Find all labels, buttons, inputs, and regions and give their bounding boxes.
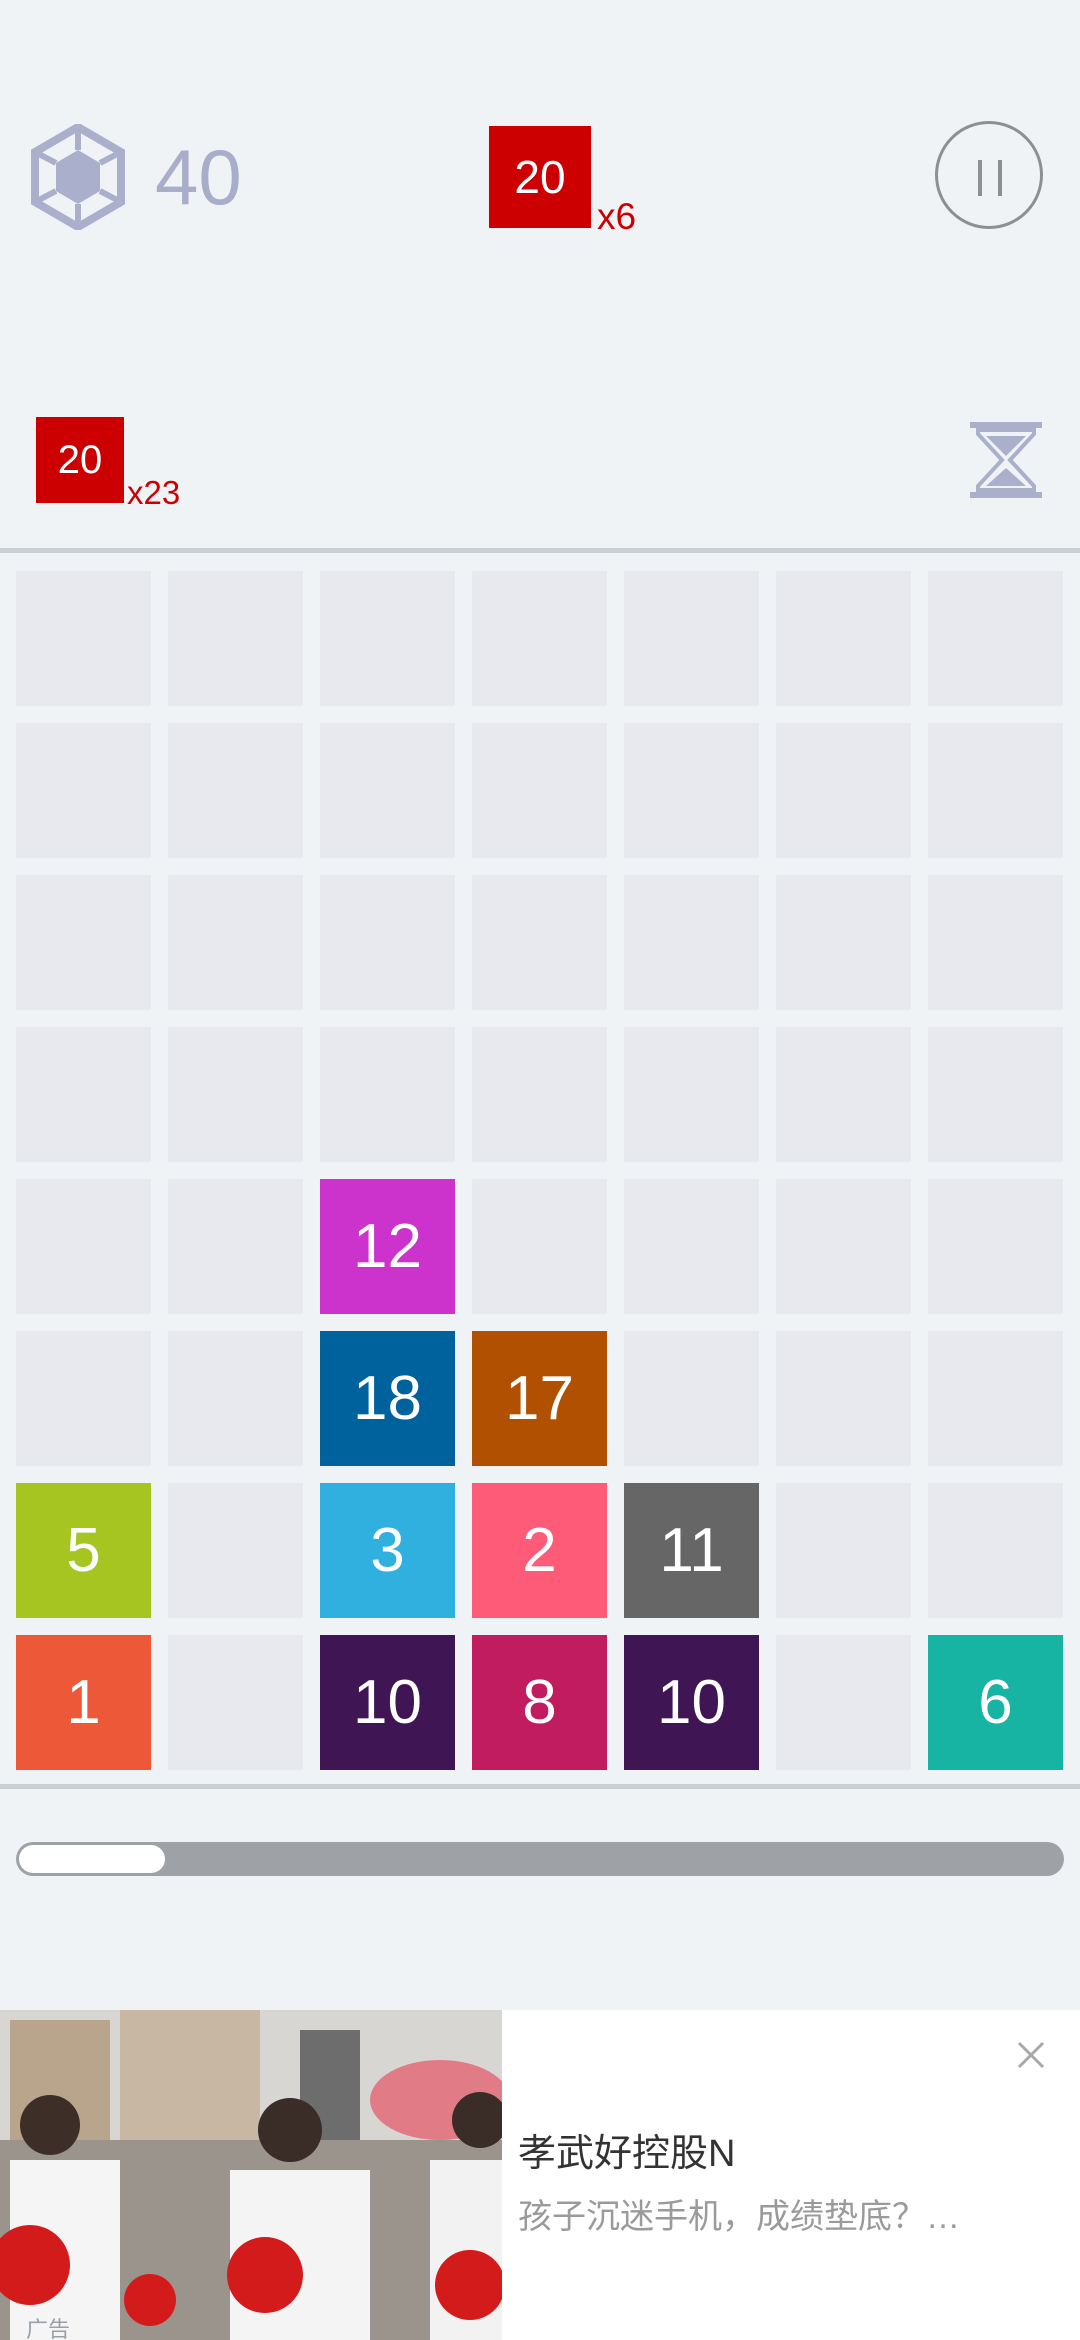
next-tile: 20 — [489, 126, 591, 228]
pause-icon — [998, 160, 1002, 196]
empty-board-cell[interactable] — [16, 875, 151, 1010]
empty-board-cell[interactable] — [928, 1331, 1063, 1466]
board-tile[interactable]: 5 — [16, 1483, 151, 1618]
reserve-tile-multiplier: x23 — [127, 474, 181, 511]
empty-board-cell[interactable] — [168, 1331, 303, 1466]
empty-board-cell[interactable] — [320, 571, 455, 706]
gem-count: 40 — [155, 133, 242, 221]
empty-board-cell[interactable] — [472, 571, 607, 706]
board-tile[interactable]: 10 — [624, 1635, 759, 1770]
next-tile-multiplier: x6 — [597, 196, 637, 237]
board-tile[interactable]: 1 — [16, 1635, 151, 1770]
ad-image[interactable]: 广告 — [0, 2010, 502, 2340]
game-board[interactable]: 12 18 17 5 3 2 11 1 10 8 10 6 — [0, 553, 1080, 1784]
empty-board-cell[interactable] — [472, 1027, 607, 1162]
empty-board-cell[interactable] — [624, 1027, 759, 1162]
close-icon[interactable] — [1016, 2040, 1046, 2070]
empty-board-cell[interactable] — [624, 1179, 759, 1314]
empty-board-cell[interactable] — [168, 571, 303, 706]
board-tile[interactable]: 6 — [928, 1635, 1063, 1770]
empty-board-cell[interactable] — [624, 875, 759, 1010]
board-tile[interactable]: 12 — [320, 1179, 455, 1314]
empty-board-cell[interactable] — [624, 1331, 759, 1466]
empty-board-cell[interactable] — [16, 723, 151, 858]
board-tile[interactable]: 2 — [472, 1483, 607, 1618]
empty-board-cell[interactable] — [776, 1179, 911, 1314]
ad-label: 广告 — [26, 2317, 71, 2340]
board-tile[interactable]: 18 — [320, 1331, 455, 1466]
ad-title[interactable]: 孝武好控股N — [518, 2122, 735, 2177]
empty-board-cell[interactable] — [928, 1483, 1063, 1618]
empty-board-cell[interactable] — [928, 1027, 1063, 1162]
empty-board-cell[interactable] — [320, 1027, 455, 1162]
empty-board-cell[interactable] — [168, 1027, 303, 1162]
empty-board-cell[interactable] — [472, 723, 607, 858]
empty-board-cell[interactable] — [168, 1635, 303, 1770]
empty-board-cell[interactable] — [16, 571, 151, 706]
empty-board-cell[interactable] — [776, 723, 911, 858]
empty-board-cell[interactable] — [168, 723, 303, 858]
hexagon-gem-icon — [30, 122, 126, 232]
hourglass-icon[interactable] — [968, 420, 1044, 500]
empty-board-cell[interactable] — [472, 1179, 607, 1314]
empty-board-cell[interactable] — [776, 1027, 911, 1162]
level-progress-bar — [16, 1842, 1064, 1876]
board-tile[interactable]: 3 — [320, 1483, 455, 1618]
empty-board-cell[interactable] — [776, 1483, 911, 1618]
empty-board-cell[interactable] — [776, 571, 911, 706]
empty-board-cell[interactable] — [624, 571, 759, 706]
empty-board-cell[interactable] — [168, 1179, 303, 1314]
empty-board-cell[interactable] — [928, 571, 1063, 706]
empty-board-cell[interactable] — [320, 723, 455, 858]
empty-board-cell[interactable] — [168, 1483, 303, 1618]
empty-board-cell[interactable] — [16, 1331, 151, 1466]
empty-board-cell[interactable] — [776, 875, 911, 1010]
empty-board-cell[interactable] — [16, 1027, 151, 1162]
empty-board-cell[interactable] — [472, 875, 607, 1010]
empty-board-cell[interactable] — [776, 1635, 911, 1770]
board-tile[interactable]: 17 — [472, 1331, 607, 1466]
level-progress-fill — [19, 1845, 165, 1873]
board-tile[interactable]: 8 — [472, 1635, 607, 1770]
empty-board-cell[interactable] — [16, 1179, 151, 1314]
board-bottom-divider — [0, 1784, 1080, 1789]
board-tile[interactable]: 10 — [320, 1635, 455, 1770]
reserve-tile[interactable]: 20 — [36, 417, 124, 503]
empty-board-cell[interactable] — [928, 1179, 1063, 1314]
empty-board-cell[interactable] — [928, 723, 1063, 858]
empty-board-cell[interactable] — [320, 875, 455, 1010]
pause-button[interactable] — [935, 121, 1043, 229]
board-tile[interactable]: 11 — [624, 1483, 759, 1618]
pause-icon — [978, 160, 982, 196]
empty-board-cell[interactable] — [928, 875, 1063, 1010]
empty-board-cell[interactable] — [168, 875, 303, 1010]
empty-board-cell[interactable] — [776, 1331, 911, 1466]
empty-board-cell[interactable] — [624, 723, 759, 858]
ad-description[interactable]: 孩子沉迷手机，成绩垫底？… — [518, 2189, 960, 2238]
